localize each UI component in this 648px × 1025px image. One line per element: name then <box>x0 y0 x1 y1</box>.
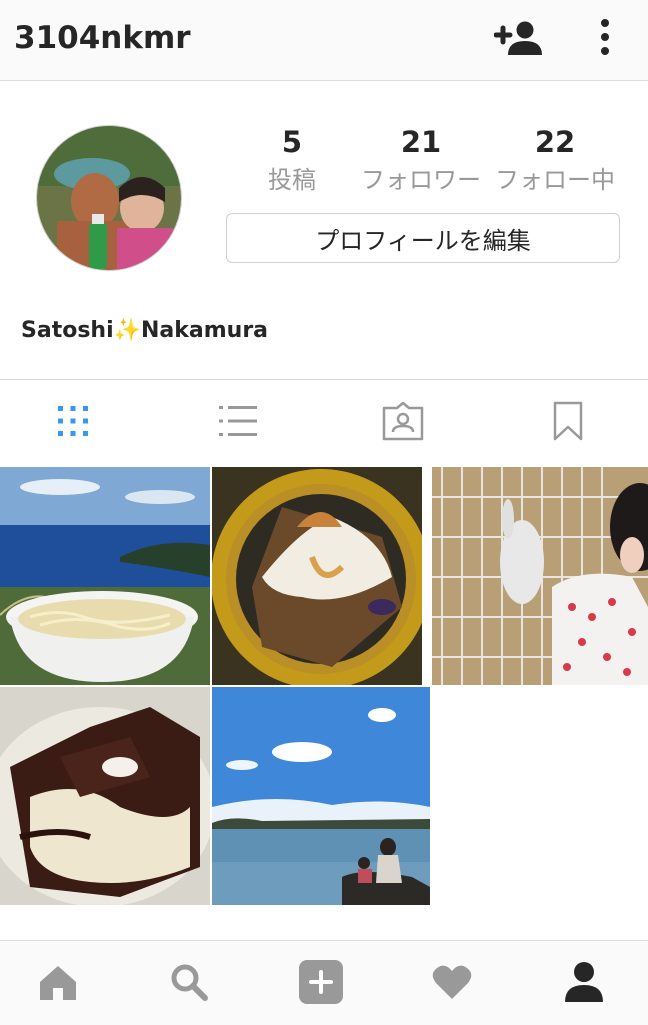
home-icon <box>36 962 80 1006</box>
stat-following[interactable]: 22 フォロー中 <box>490 122 620 198</box>
add-user-icon[interactable] <box>493 18 544 60</box>
nav-search[interactable] <box>164 959 214 1009</box>
nav-add-post[interactable] <box>296 959 346 1009</box>
nav-profile[interactable] <box>559 959 609 1009</box>
more-options-icon[interactable] <box>590 16 620 62</box>
profile-icon <box>564 961 604 1007</box>
post-thumbnail[interactable] <box>432 467 648 685</box>
profile-view-tabs <box>0 380 648 466</box>
post-thumbnail[interactable] <box>0 687 210 905</box>
grid-icon <box>56 404 90 442</box>
add-post-icon <box>298 959 344 1009</box>
stat-posts[interactable]: 5 投稿 <box>250 122 334 198</box>
nav-home[interactable] <box>33 959 83 1009</box>
bookmark-icon <box>552 401 584 445</box>
list-icon <box>219 404 257 442</box>
bottom-navigation <box>0 940 648 1025</box>
post-thumbnail[interactable] <box>212 467 422 685</box>
stat-label: フォロー中 <box>495 166 615 194</box>
stat-count: 21 <box>400 125 442 159</box>
tab-list[interactable] <box>178 380 298 466</box>
heart-icon <box>431 963 473 1005</box>
tagged-photos-icon <box>381 401 425 445</box>
edit-profile-button[interactable]: プロフィールを編集 <box>226 213 620 263</box>
profile-full-name: Satoshi✨Nakamura <box>21 318 269 343</box>
post-thumbnail[interactable] <box>212 687 430 905</box>
tab-saved[interactable] <box>508 380 628 466</box>
stat-count: 22 <box>534 125 576 159</box>
tab-tagged[interactable] <box>343 380 463 466</box>
top-bar: 3104nkmr <box>0 0 648 81</box>
post-thumbnail[interactable] <box>0 467 210 685</box>
search-icon <box>169 962 209 1006</box>
tab-grid[interactable] <box>13 380 133 466</box>
stat-label: 投稿 <box>268 166 316 194</box>
profile-username: 3104nkmr <box>14 20 191 56</box>
stat-followers[interactable]: 21 フォロワー <box>356 122 486 198</box>
stat-label: フォロワー <box>361 166 481 194</box>
stat-count: 5 <box>281 125 303 159</box>
profile-avatar[interactable] <box>36 125 182 271</box>
nav-activity[interactable] <box>427 959 477 1009</box>
